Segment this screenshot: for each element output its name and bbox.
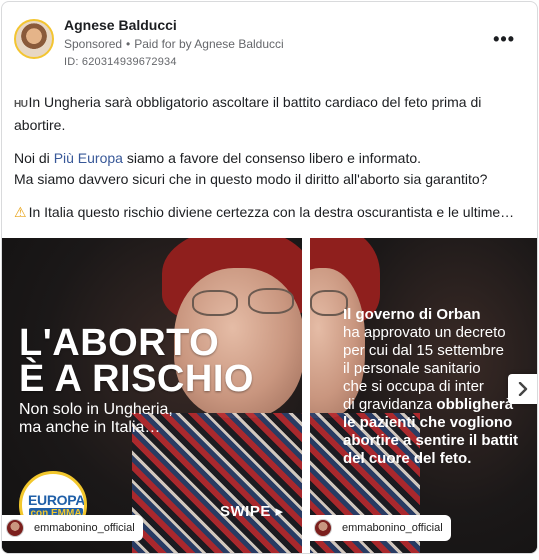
logo-top-text: EUROPA [28, 492, 86, 508]
carousel-slide-1[interactable]: L'ABORTO È A RISCHIO Non solo in Ungheri… [2, 238, 302, 553]
slide-2-line-3: per cui dal 15 settembre [343, 342, 504, 359]
portrait-glasses-left [192, 290, 238, 316]
image-carousel[interactable]: L'ABORTO È A RISCHIO Non solo in Ungheri… [2, 238, 537, 553]
warning-icon: ⚠ [14, 204, 27, 220]
author-name[interactable]: Agnese Balducci [64, 17, 177, 33]
author-avatar[interactable] [14, 19, 54, 59]
sponsored-label[interactable]: Sponsored [64, 37, 122, 51]
paragraph-3: ⚠ In Italia questo rischio diviene certez… [14, 202, 529, 223]
post-header: Agnese Balducci Sponsored • Paid for by Ag… [2, 2, 537, 74]
paragraph-2-suffix: siamo a favore del consenso libero e inf… [122, 150, 422, 166]
instagram-handle-2[interactable]: emmabonino_official [310, 515, 451, 541]
slide-2-line-7: le pazienti che vogliono [343, 414, 513, 431]
paragraph-2-line2: Ma siamo davvero sicuri che in questo mo… [14, 171, 488, 187]
chevron-right-icon [518, 382, 528, 396]
carousel-next-button[interactable] [508, 374, 537, 404]
paragraph-1-text: In Ungheria sarà obbligatorio ascoltare … [14, 94, 482, 133]
subtitle-line-1: Non solo in Ungheria, [19, 401, 173, 418]
portrait-glasses-right [248, 288, 294, 314]
paragraph-2: Noi di Più Europa siamo a favore del con… [14, 148, 529, 190]
headline-line-1: L'ABORTO [19, 322, 220, 364]
slide-2-line-1: Il governo di Orban [343, 306, 481, 323]
paid-for-label: Paid for by Agnese Balducci [134, 37, 284, 51]
ad-post-card: Agnese Balducci Sponsored • Paid for by Ag… [1, 1, 538, 554]
carousel-slide-2[interactable]: Il governo di Orban ha approvato un decr… [310, 238, 537, 553]
paragraph-2-prefix: Noi di [14, 150, 54, 166]
swipe-label: SWIPE ▸ [220, 503, 284, 520]
slide-2-line-8: abortire a sentire il battit [343, 432, 519, 449]
meta-separator: • [126, 37, 131, 51]
instagram-handle-1[interactable]: emmabonino_official [2, 515, 143, 541]
slide-2-line-9: del cuore del feto. [343, 450, 472, 467]
paragraph-3-text: In Italia questo rischio diviene certezz… [28, 204, 515, 220]
handle-text-2: emmabonino_official [342, 522, 443, 534]
post-text: HUIn Ungheria sarà obbligatorio ascoltar… [14, 92, 529, 235]
sponsored-line: Sponsored • Paid for by Agnese Balducci [64, 37, 284, 51]
subtitle-line-2: ma anche in Italia… [19, 419, 161, 436]
handle-avatar-2 [314, 519, 332, 537]
headline-line-2: È A RISCHIO [19, 358, 254, 400]
slide-2-line-2: ha approvato un decreto [343, 324, 506, 341]
handle-avatar-1 [6, 519, 24, 537]
ad-id: ID: 620314939672934 [64, 56, 177, 68]
more-options-icon[interactable]: ••• [493, 30, 515, 48]
hungary-flag-icon: HU [14, 99, 28, 110]
paragraph-1: HUIn Ungheria sarà obbligatorio ascoltar… [14, 92, 529, 136]
handle-text-1: emmabonino_official [34, 522, 135, 534]
piu-europa-link[interactable]: Più Europa [54, 150, 123, 166]
